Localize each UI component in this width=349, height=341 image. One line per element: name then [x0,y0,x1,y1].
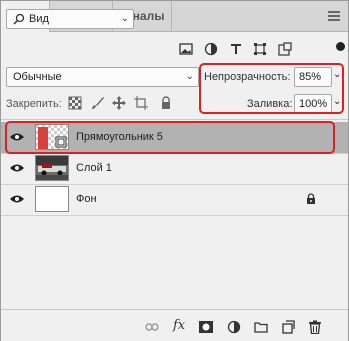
lock-artboard-icon[interactable] [134,96,148,110]
delete-layer-icon[interactable] [308,320,322,335]
adjustment-layer-icon[interactable] [227,320,241,334]
chevron-down-icon: ⌄ [120,13,129,24]
layer-thumbnail [35,186,69,212]
smart-object-filter-icon[interactable] [278,42,292,56]
chevron-down-icon: ⌄ [185,71,194,82]
layer-name: Слой 1 [76,162,112,174]
blend-mode-select[interactable]: Обычные ⌄ [6,67,199,87]
filter-label: Вид [29,13,49,25]
shape-filter-icon[interactable] [253,42,267,56]
layers-panel: Слои Контуры Каналы Вид ⌄ Обычные ⌄ Непр… [0,0,349,341]
add-mask-icon[interactable] [199,320,213,334]
type-filter-icon[interactable] [229,42,243,56]
lock-icon [306,193,316,208]
layer-row-layer1[interactable]: Слой 1 [1,153,348,185]
selected-layer-highlight [5,121,335,154]
new-layer-icon[interactable] [281,320,295,334]
layer-thumbnail [35,155,69,181]
lock-label: Закрепить: [6,98,62,110]
fx-effects-icon[interactable]: fx [173,318,187,333]
search-icon [13,13,25,28]
layer-row-background[interactable]: Фон [1,184,348,216]
adjustment-filter-icon[interactable] [204,42,218,56]
layer-filter-select[interactable]: Вид ⌄ [6,9,134,29]
layers-bottom-toolbar: fx [1,309,348,341]
image-filter-icon[interactable] [179,42,193,56]
link-layers-icon[interactable] [145,320,159,334]
lock-transparent-pixels-icon[interactable] [68,96,82,110]
opacity-fill-highlight [199,63,344,114]
lock-all-icon[interactable] [159,96,173,110]
eye-icon[interactable] [10,163,24,176]
layer-name: Фон [76,193,97,205]
lock-position-icon[interactable] [112,96,126,110]
eye-icon[interactable] [10,194,24,207]
filter-toggle[interactable] [336,42,345,51]
new-group-icon[interactable] [254,320,268,334]
lock-image-pixels-icon[interactable] [91,96,105,110]
panel-menu-icon[interactable] [328,11,340,21]
blend-mode-value: Обычные [13,71,62,83]
